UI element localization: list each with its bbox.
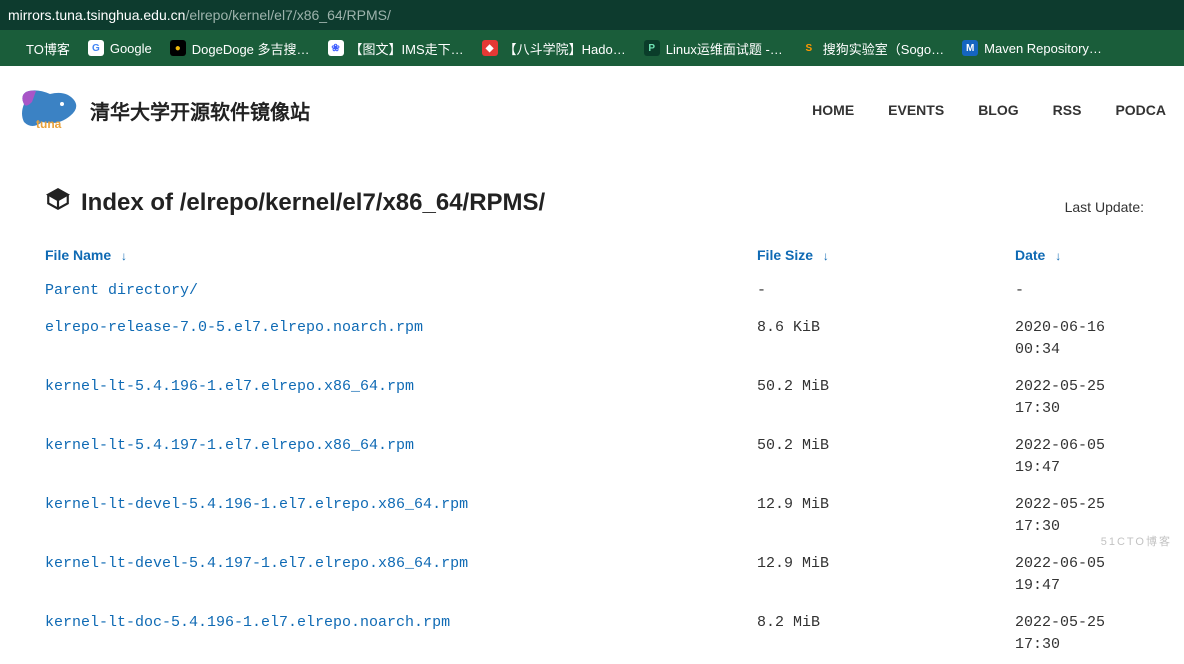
sort-arrow-icon: ↓ [121,249,127,263]
index-path: /elrepo/kernel/el7/x86_64/RPMS/ [180,189,546,216]
site-header: tuna 清华大学开源软件镜像站 HOME EVENTS BLOG RSS PODCA [0,66,1184,146]
bookmark-label: Maven Repository… [984,41,1102,56]
file-size: 50.2 MiB [757,376,1015,421]
bookmark-favicon-icon: P [644,40,660,56]
file-date: - [1015,280,1144,303]
bookmark-item[interactable]: G Google [88,40,152,56]
bookmark-item[interactable]: S 搜狗实验室（Sogo… [801,39,944,58]
table-header: File Name ↓ File Size ↓ Date ↓ [45,241,1144,273]
file-link[interactable]: kernel-lt-doc-5.4.196-1.el7.elrepo.noarc… [45,614,450,631]
column-header-filesize[interactable]: File Size ↓ [757,247,1015,263]
sort-arrow-icon: ↓ [1055,249,1061,263]
svg-text:tuna: tuna [36,117,62,131]
bookmark-favicon-icon [4,40,20,56]
bookmark-favicon-icon: M [962,40,978,56]
table-row: Parent directory/ -- [45,273,1144,310]
file-size: 12.9 MiB [757,494,1015,539]
column-header-date[interactable]: Date ↓ [1015,247,1144,263]
bookmark-label: 【八斗学院】Hado… [504,39,626,58]
file-date: 2022-05-25 17:30 [1015,494,1144,539]
file-link[interactable]: kernel-lt-5.4.197-1.el7.elrepo.x86_64.rp… [45,437,414,454]
bookmark-favicon-icon: G [88,40,104,56]
nav-link[interactable]: HOME [812,102,854,118]
table-row: kernel-lt-devel-5.4.196-1.el7.elrepo.x86… [45,487,1144,546]
box-icon [45,186,71,219]
file-link[interactable]: kernel-lt-5.4.196-1.el7.elrepo.x86_64.rp… [45,378,414,395]
column-header-filename[interactable]: File Name ↓ [45,247,757,263]
bookmark-label: Google [110,41,152,56]
bookmark-label: 搜狗实验室（Sogo… [823,39,944,58]
nav-link[interactable]: RSS [1053,102,1082,118]
bookmark-label: DogeDoge 多吉搜… [192,39,310,58]
bookmark-item[interactable]: ◆ 【八斗学院】Hado… [482,39,626,58]
content-area: Index of /elrepo/kernel/el7/x86_64/RPMS/… [0,146,1184,664]
file-table: File Name ↓ File Size ↓ Date ↓ Parent di… [45,241,1144,664]
file-size: 50.2 MiB [757,435,1015,480]
bookmark-label: Linux运维面试题 -… [666,39,783,58]
sort-arrow-icon: ↓ [823,249,829,263]
bookmarks-bar: TO博客 G Google ● DogeDoge 多吉搜… ❀ 【图文】IMS走下… ◆ 【八斗… [0,30,1184,66]
table-row: kernel-lt-5.4.197-1.el7.elrepo.x86_64.rp… [45,428,1144,487]
url-path: /elrepo/kernel/el7/x86_64/RPMS/ [185,7,390,23]
file-link[interactable]: kernel-lt-devel-5.4.196-1.el7.elrepo.x86… [45,496,468,513]
table-row: kernel-lt-5.4.196-1.el7.elrepo.x86_64.rp… [45,369,1144,428]
address-bar[interactable]: mirrors.tuna.tsinghua.edu.cn/elrepo/kern… [0,0,1184,30]
site-nav: HOME EVENTS BLOG RSS PODCA [812,102,1166,118]
file-date: 2020-06-16 00:34 [1015,317,1144,362]
file-size: - [757,280,1015,303]
table-row: elrepo-release-7.0-5.el7.elrepo.noarch.r… [45,310,1144,369]
table-row: kernel-lt-doc-5.4.196-1.el7.elrepo.noarc… [45,605,1144,664]
bookmark-label: TO博客 [26,39,70,58]
bookmark-favicon-icon: ❀ [328,40,344,56]
url-host: mirrors.tuna.tsinghua.edu.cn [8,7,185,23]
index-prefix: Index of [81,189,173,216]
bookmark-label: 【图文】IMS走下… [350,39,464,58]
file-size: 12.9 MiB [757,553,1015,598]
file-date: 2022-05-25 17:30 [1015,376,1144,421]
file-size: 8.6 KiB [757,317,1015,362]
table-row: kernel-lt-devel-5.4.197-1.el7.elrepo.x86… [45,546,1144,605]
bookmark-item[interactable]: P Linux运维面试题 -… [644,39,783,58]
site-brand[interactable]: tuna 清华大学开源软件镜像站 [18,86,310,134]
watermark: 51CTO博客 [1101,533,1172,549]
file-date: 2022-06-05 19:47 [1015,435,1144,480]
file-link[interactable]: kernel-lt-devel-5.4.197-1.el7.elrepo.x86… [45,555,468,572]
bookmark-favicon-icon: ◆ [482,40,498,56]
bookmark-favicon-icon: S [801,40,817,56]
file-date: 2022-05-25 17:30 [1015,612,1144,657]
tuna-logo-icon: tuna [18,86,80,134]
bookmark-item[interactable]: ❀ 【图文】IMS走下… [328,39,464,58]
file-link[interactable]: elrepo-release-7.0-5.el7.elrepo.noarch.r… [45,319,423,336]
site-title: 清华大学开源软件镜像站 [90,96,310,125]
bookmark-item[interactable]: TO博客 [4,39,70,58]
bookmark-item[interactable]: ● DogeDoge 多吉搜… [170,39,310,58]
bookmark-item[interactable]: M Maven Repository… [962,40,1102,56]
file-link[interactable]: Parent directory/ [45,282,198,299]
nav-link[interactable]: EVENTS [888,102,944,118]
file-date: 2022-06-05 19:47 [1015,553,1144,598]
bookmark-favicon-icon: ● [170,40,186,56]
nav-link[interactable]: BLOG [978,102,1018,118]
nav-link[interactable]: PODCA [1115,102,1166,118]
file-size: 8.2 MiB [757,612,1015,657]
